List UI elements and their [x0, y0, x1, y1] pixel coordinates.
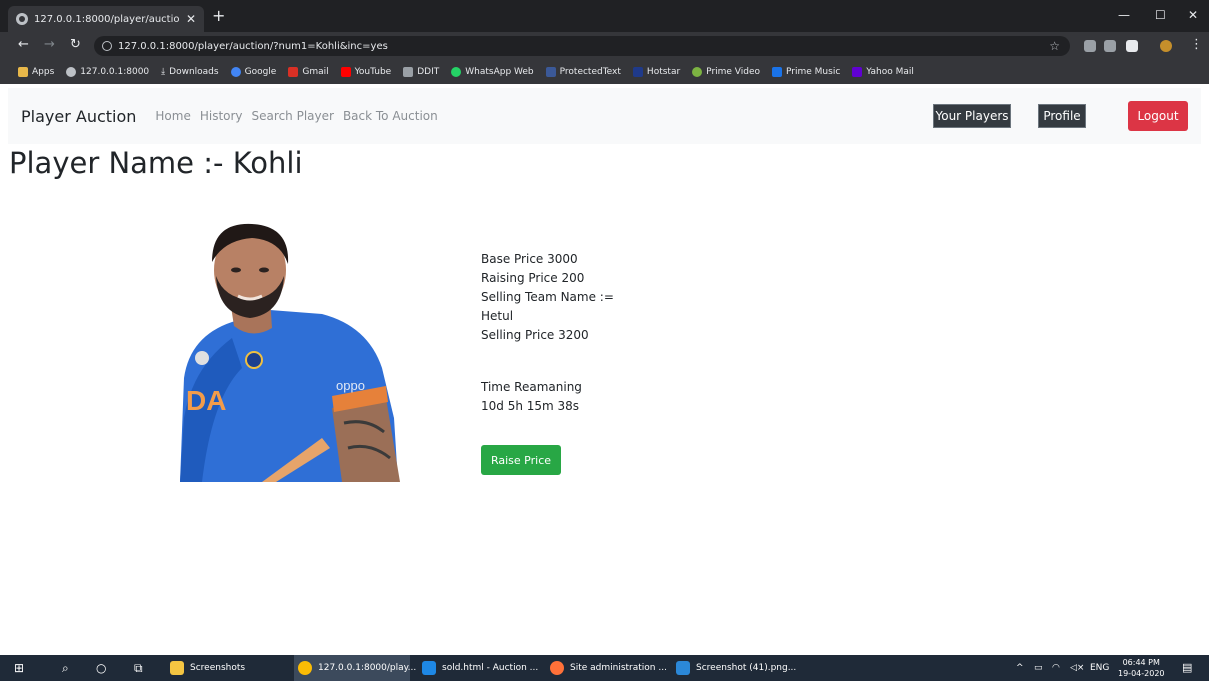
your-players-button[interactable]: Your Players: [933, 104, 1011, 128]
language-indicator[interactable]: ENG: [1090, 663, 1109, 673]
taskbar-item-photos[interactable]: Screenshot (41).png...: [672, 655, 796, 681]
volume-muted-icon[interactable]: ◁×: [1070, 663, 1084, 673]
address-bar[interactable]: 127.0.0.1:8000/player/auction/?num1=Kohl…: [94, 36, 1070, 56]
bookmark-youtube[interactable]: YouTube: [340, 67, 391, 77]
browser-toolbar: ← → ↻ 127.0.0.1:8000/player/auction/?num…: [0, 32, 1209, 60]
taskbar-clock[interactable]: 06:44 PM 19-04-2020: [1118, 657, 1165, 679]
bookmark-downloads[interactable]: ⤓ Downloads: [161, 67, 218, 77]
prime-video-icon: [692, 67, 703, 77]
clock-time: 06:44 PM: [1122, 658, 1160, 667]
clock-date: 19-04-2020: [1118, 669, 1165, 678]
reload-icon[interactable]: ↻: [70, 38, 81, 52]
svg-text:DA: DA: [186, 385, 226, 416]
bookmark-gmail[interactable]: Gmail: [288, 67, 329, 77]
logout-button[interactable]: Logout: [1128, 101, 1188, 131]
yahoo-mail-icon: [852, 67, 863, 77]
task-view-icon[interactable]: ⧉: [134, 662, 143, 674]
gmail-icon: [288, 67, 299, 77]
chrome-icon: [298, 661, 312, 675]
wifi-icon[interactable]: ◠: [1052, 663, 1060, 673]
nav-home[interactable]: Home: [155, 109, 190, 123]
apps-grid-icon: [18, 67, 28, 77]
time-remaining: Time Reamaning 10d 5h 15m 38s: [481, 378, 582, 416]
youtube-icon: [340, 67, 351, 77]
bookmark-whatsapp[interactable]: WhatsApp Web: [451, 67, 534, 77]
ddit-icon: [403, 67, 414, 77]
url-text: 127.0.0.1:8000/player/auction/?num1=Kohl…: [118, 40, 388, 52]
bookmark-apps[interactable]: Apps: [18, 67, 54, 77]
notification-icon[interactable]: ▤: [1182, 661, 1192, 674]
close-tab-icon[interactable]: ✕: [186, 12, 196, 26]
firefox-icon: [550, 661, 564, 675]
minimize-icon[interactable]: —: [1118, 8, 1130, 22]
photos-icon: [676, 661, 690, 675]
extension-icon[interactable]: [1126, 40, 1138, 52]
google-icon: [230, 67, 241, 77]
bookmark-localhost[interactable]: 127.0.0.1:8000: [66, 67, 149, 77]
time-remaining-label: Time Reamaning: [481, 380, 582, 394]
menu-dots-icon[interactable]: ⋮: [1190, 38, 1203, 52]
maximize-icon[interactable]: ☐: [1155, 8, 1166, 22]
bookmark-hotstar[interactable]: Hotstar: [632, 67, 680, 77]
time-remaining-value: 10d 5h 15m 38s: [481, 399, 580, 413]
windows-start-icon[interactable]: ⊞: [14, 662, 24, 674]
hotstar-icon: [632, 67, 643, 77]
selling-team-name: Hetul: [481, 309, 514, 323]
bookmark-google[interactable]: Google: [230, 67, 276, 77]
browser-tab[interactable]: 127.0.0.1:8000/player/auction/?n ✕: [8, 6, 204, 32]
extension-icon[interactable]: [1084, 40, 1096, 52]
base-price: Base Price 3000: [481, 252, 578, 266]
search-icon[interactable]: ⌕: [62, 662, 69, 674]
globe-icon: [66, 67, 77, 77]
nav-history[interactable]: History: [200, 109, 243, 123]
raising-price: Raising Price 200: [481, 271, 585, 285]
profile-button[interactable]: Profile: [1038, 104, 1086, 128]
bookmark-prime-video[interactable]: Prime Video: [692, 67, 760, 77]
globe-icon: [16, 13, 28, 25]
bookmark-protectedtext[interactable]: ProtectedText: [545, 67, 621, 77]
taskbar-item-screenshots[interactable]: Screenshots: [166, 655, 286, 681]
close-window-icon[interactable]: ✕: [1188, 8, 1198, 22]
taskbar-item-chrome[interactable]: 127.0.0.1:8000/play...: [294, 655, 416, 681]
nav-search-player[interactable]: Search Player: [252, 109, 334, 123]
tray-chevron-icon[interactable]: ^: [1016, 663, 1024, 673]
tab-title: 127.0.0.1:8000/player/auction/?n: [34, 13, 180, 25]
download-icon: ⤓: [161, 67, 166, 77]
selling-price: Selling Price 3200: [481, 328, 589, 342]
forward-icon[interactable]: →: [44, 38, 55, 52]
bookmarks-bar: Apps 127.0.0.1:8000 ⤓ Downloads Google Gm…: [0, 60, 1209, 84]
vscode-icon: [422, 661, 436, 675]
protectedtext-icon: [545, 67, 556, 77]
windows-taskbar: ⊞ ⌕ ○ ⧉ Screenshots 127.0.0.1:8000/play.…: [0, 655, 1209, 681]
whatsapp-icon: [451, 67, 462, 77]
taskbar-item-vscode[interactable]: sold.html - Auction ...: [418, 655, 538, 681]
taskbar-item-firefox[interactable]: Site administration ...: [546, 655, 667, 681]
battery-icon[interactable]: ▭: [1034, 663, 1043, 673]
selling-team-label: Selling Team Name :=: [481, 290, 614, 304]
svg-text:oppo: oppo: [336, 378, 365, 393]
player-photo: DA oppo: [180, 223, 400, 482]
extension-icon[interactable]: [1104, 40, 1116, 52]
new-tab-icon[interactable]: +: [212, 8, 225, 24]
raise-price-button[interactable]: Raise Price: [481, 445, 561, 475]
bookmark-yahoo-mail[interactable]: Yahoo Mail: [852, 67, 914, 77]
prime-music-icon: [772, 67, 783, 77]
bookmark-prime-music[interactable]: Prime Music: [772, 67, 840, 77]
browser-titlebar: 127.0.0.1:8000/player/auction/?n ✕ + — ☐…: [0, 0, 1209, 32]
page-title: Player Name :- Kohli: [9, 146, 303, 180]
folder-icon: [170, 661, 184, 675]
player-details: Base Price 3000 Raising Price 200 Sellin…: [481, 250, 614, 345]
back-icon[interactable]: ←: [18, 38, 29, 52]
nav-back-to-auction[interactable]: Back To Auction: [343, 109, 438, 123]
info-icon[interactable]: [102, 41, 112, 51]
brand-link[interactable]: Player Auction: [21, 107, 136, 126]
cortana-icon[interactable]: ○: [96, 662, 106, 674]
app-navbar: Player Auction Home History Search Playe…: [8, 88, 1201, 144]
profile-avatar-icon[interactable]: [1160, 40, 1172, 52]
bookmark-star-icon[interactable]: ☆: [1049, 39, 1060, 53]
bookmark-ddit[interactable]: DDIT: [403, 67, 439, 77]
